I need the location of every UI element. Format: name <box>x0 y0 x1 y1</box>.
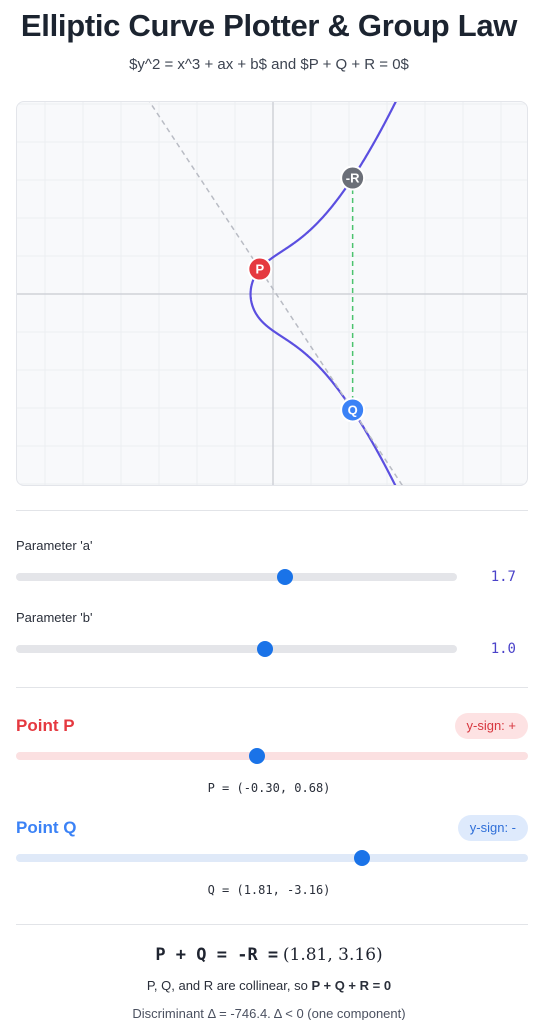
collinear-note-text: P, Q, and R are collinear, so <box>146 978 312 993</box>
point-q-sign-toggle[interactable]: y-sign: - <box>457 815 528 841</box>
param-a-slider[interactable] <box>16 573 457 581</box>
point-q-slider-thumb[interactable] <box>354 850 371 866</box>
point-p-slider-thumb[interactable] <box>248 748 265 764</box>
point-p-coordinates: P = (-0.30, 0.68) <box>207 781 331 795</box>
collinear-note: P, Q, and R are collinear, so P + Q + R … <box>0 978 538 993</box>
curve-plot-svg: P Q -R <box>17 102 527 485</box>
param-a-label: Parameter 'a' <box>16 538 93 553</box>
point-p-label: Point P <box>16 716 75 735</box>
curve-plot[interactable]: P Q -R <box>16 101 528 486</box>
discriminant-text: Discriminant Δ = -746.4. Δ < 0 (one comp… <box>132 1006 406 1020</box>
divider <box>16 924 528 925</box>
point-q-label: Q <box>348 402 358 417</box>
param-b-value: 1.0 <box>490 641 516 657</box>
point-q-slider[interactable] <box>16 854 528 862</box>
param-a-slider-thumb[interactable] <box>277 569 293 585</box>
point-p-sign-toggle[interactable]: y-sign: + <box>454 713 528 739</box>
param-b-slider-thumb[interactable] <box>257 641 274 657</box>
point-p-slider[interactable] <box>16 752 528 760</box>
point-p-label: P <box>255 262 264 277</box>
param-a-value: 1.7 <box>490 569 516 585</box>
point-q-label: Point Q <box>16 818 77 837</box>
param-b-label: Parameter 'b' <box>16 610 93 625</box>
param-b-slider[interactable] <box>16 645 457 653</box>
page-subtitle: $y^2 = x^3 + ax + b$ and $P + Q + R = 0$ <box>129 56 409 73</box>
point-neg-r-label: -R <box>346 171 360 186</box>
sum-expression: P + Q = -R = <box>155 945 279 965</box>
collinear-note-bold: P + Q + R = 0 <box>311 978 392 993</box>
divider <box>16 510 528 511</box>
divider <box>16 687 528 688</box>
point-q-coordinates: Q = (1.81, -3.16) <box>207 883 331 897</box>
sum-result: P + Q = -R = (1.81, 3.16) <box>0 945 538 965</box>
sum-value: (1.81, 3.16) <box>282 945 383 965</box>
page-title: Elliptic Curve Plotter & Group Law <box>20 8 518 43</box>
